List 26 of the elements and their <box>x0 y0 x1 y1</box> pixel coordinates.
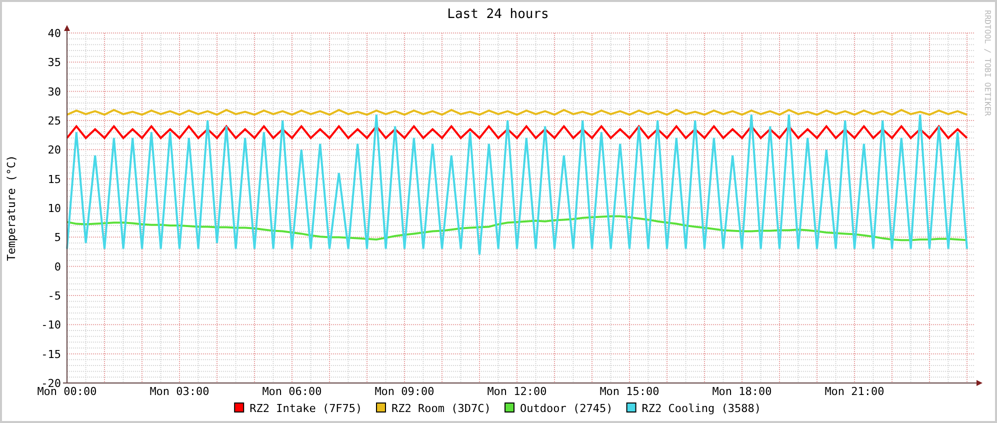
axis-tick-label: 5 <box>54 231 61 244</box>
axis-tick-label: Mon 09:00 <box>374 385 434 398</box>
credit-text: RRDTOOL / TOBI OETIKER <box>983 10 992 116</box>
axis-tick-label: 30 <box>48 85 61 98</box>
axis-tick-label: Mon 21:00 <box>824 385 884 398</box>
axis-tick-label: Mon 18:00 <box>712 385 772 398</box>
axis-tick-label: 10 <box>48 202 61 215</box>
axis-tick-label: 35 <box>48 56 61 70</box>
axis-tick-label: 20 <box>48 144 61 157</box>
y-axis-title: Temperature (°C) <box>5 155 18 261</box>
legend-label: RZ2 Room (3D7C) <box>392 402 491 415</box>
axis-tick-label: 15 <box>48 172 61 186</box>
legend-label: RZ2 Intake (7F75) <box>250 402 362 415</box>
axis-tick-label: -15 <box>41 348 61 361</box>
legend-label: RZ2 Cooling (3588) <box>642 402 762 415</box>
axis-tick-label: 40 <box>48 27 61 40</box>
axis-tick-label: 0 <box>54 260 61 274</box>
axis-tick-label: -10 <box>41 318 61 332</box>
legend-label: Outdoor (2745) <box>520 402 613 415</box>
axis-tick-label: 25 <box>48 114 61 128</box>
chart-title: Last 24 hours <box>447 7 549 22</box>
axis-tick-label: Mon 12:00 <box>487 385 547 398</box>
axis-tick-label: Mon 15:00 <box>600 385 660 398</box>
axis-tick-label: Mon 06:00 <box>262 385 322 398</box>
axis-tick-label: -5 <box>48 290 61 302</box>
axis-tick-label: Mon 03:00 <box>150 385 210 398</box>
